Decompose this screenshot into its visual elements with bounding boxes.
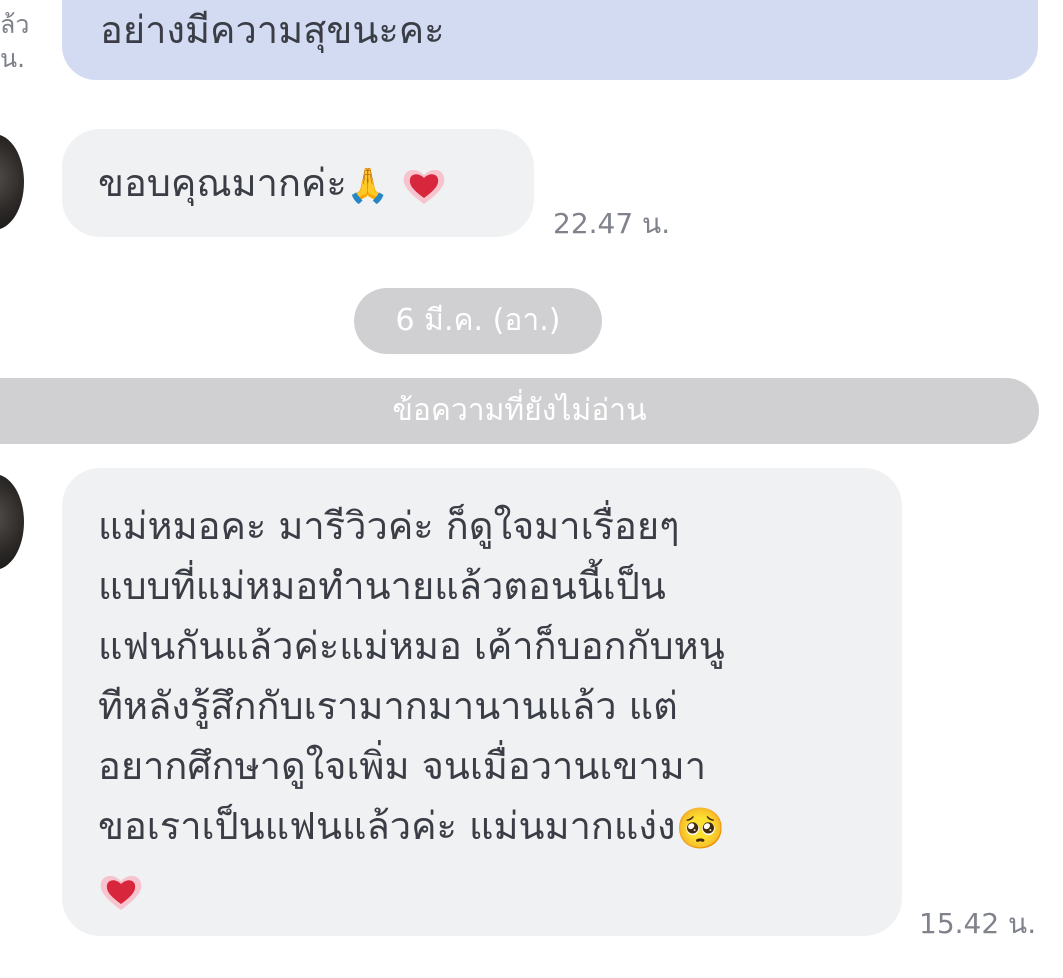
message-line-heart — [98, 856, 888, 916]
unread-messages-divider: ข้อความที่ยังไม่อ่าน — [0, 378, 1039, 444]
message-line: แม่หมอคะ มารีวิวค่ะ ก็ดูใจมาเรื่อยๆ — [98, 504, 680, 548]
message-timestamp: 15.42 น. — [919, 907, 1037, 940]
unread-label: ข้อความที่ยังไม่อ่าน — [392, 393, 647, 428]
incoming-message-bubble[interactable]: ขอบคุณมากค่ะ🙏 — [62, 129, 534, 237]
message-timestamp: 22.47 น. — [553, 207, 671, 240]
incoming-message-bubble[interactable]: แม่หมอคะ มารีวิวค่ะ ก็ดูใจมาเรื่อยๆ แบบท… — [62, 468, 902, 936]
contact-avatar[interactable] — [0, 134, 24, 230]
pray-emoji-icon: 🙏 — [346, 165, 390, 206]
message-line: ทีหลังรู้สึกกับเรามากมานานแล้ว แต่ — [98, 684, 678, 728]
read-receipt-line1: ล้ว — [0, 10, 30, 39]
read-receipt: ล้ว น. — [0, 8, 40, 76]
message-line-with-emoji: ขอเราเป็นแฟนแล้วค่ะ แม่นมากแง่ง🥺 — [98, 796, 888, 856]
pleading-face-emoji-icon: 🥺 — [675, 805, 726, 852]
heart-emoji-icon — [401, 166, 447, 206]
message-line: แบบที่แม่หมอทำนายแล้วตอนนี้เป็น — [98, 564, 666, 608]
outgoing-message-bubble[interactable]: อย่างมีความสุขนะคะ — [62, 0, 1038, 80]
incoming-message-text: แม่หมอคะ มารีวิวค่ะ ก็ดูใจมาเรื่อยๆ แบบท… — [98, 496, 888, 916]
heart-emoji-icon — [98, 869, 144, 910]
contact-avatar[interactable] — [0, 474, 24, 570]
message-line: อยากศึกษาดูใจเพิ่ม จนเมื่อวานเขามา — [98, 744, 707, 788]
message-line: แฟนกันแล้วค่ะแม่หมอ เค้าก็บอกกับหนู — [98, 624, 725, 668]
message-text: ขอบคุณมากค่ะ — [98, 161, 347, 205]
message-line: ขอเราเป็นแฟนแล้วค่ะ แม่นมากแง่ง — [98, 804, 676, 848]
read-receipt-line2: น. — [0, 44, 26, 73]
outgoing-message-text: อย่างมีความสุขนะคะ — [100, 8, 445, 52]
date-separator: 6 มี.ค. (อา.) — [354, 288, 602, 354]
incoming-message-text: ขอบคุณมากค่ะ🙏 — [98, 157, 447, 209]
